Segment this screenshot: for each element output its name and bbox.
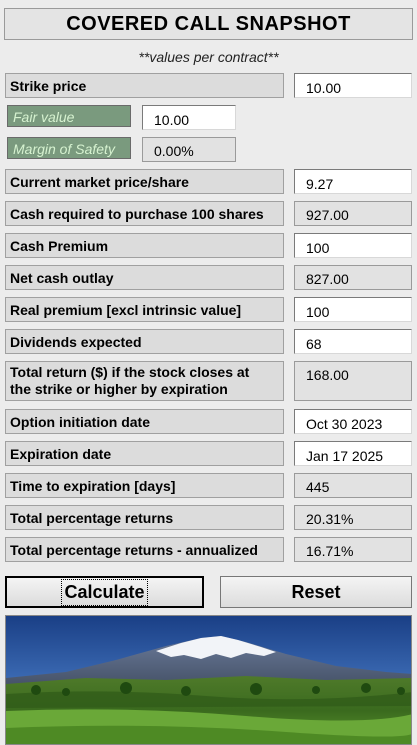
strike-price-input[interactable]: 10.00 (294, 73, 412, 98)
expiration-date-input[interactable]: Jan 17 2025 (294, 441, 412, 466)
total-pct-returns-label: Total percentage returns (5, 505, 284, 530)
dividends-expected-label: Dividends expected (5, 329, 284, 354)
current-market-price-label: Current market price/share (5, 169, 284, 194)
total-return-label: Total return ($) if the stock closes at … (5, 361, 284, 401)
total-pct-returns-annualized-output: 16.71% (294, 537, 412, 562)
current-market-price-input[interactable]: 9.27 (294, 169, 412, 194)
net-cash-outlay-output: 827.00 (294, 265, 412, 290)
total-pct-returns-annualized-label: Total percentage returns - annualized (5, 537, 284, 562)
fair-value-input[interactable]: 10.00 (142, 105, 236, 130)
expiration-date-label: Expiration date (5, 441, 284, 466)
cash-required-label: Cash required to purchase 100 shares (5, 201, 284, 226)
cash-premium-input[interactable]: 100 (294, 233, 412, 258)
calculate-button-label: Calculate (61, 578, 148, 606)
total-return-label-line2: the strike or higher by expiration (10, 381, 228, 397)
strike-price-label: Strike price (5, 73, 284, 98)
total-return-output: 168.00 (294, 361, 412, 401)
margin-of-safety-output: 0.00% (142, 137, 236, 162)
total-pct-returns-output: 20.31% (294, 505, 412, 530)
real-premium-input[interactable]: 100 (294, 297, 412, 322)
time-to-expiration-label: Time to expiration [days] (5, 473, 284, 498)
real-premium-label: Real premium [excl intrinsic value] (5, 297, 284, 322)
calculate-button[interactable]: Calculate (5, 576, 204, 608)
time-to-expiration-output: 445 (294, 473, 412, 498)
reset-button-label: Reset (291, 581, 341, 602)
option-initiation-date-label: Option initiation date (5, 409, 284, 434)
page-title: COVERED CALL SNAPSHOT (4, 8, 413, 40)
cash-premium-label: Cash Premium (5, 233, 284, 258)
reset-button[interactable]: Reset (220, 576, 412, 608)
dividends-expected-input[interactable]: 68 (294, 329, 412, 354)
option-initiation-date-input[interactable]: Oct 30 2023 (294, 409, 412, 434)
cash-required-output: 927.00 (294, 201, 412, 226)
net-cash-outlay-label: Net cash outlay (5, 265, 284, 290)
subtitle: **values per contract** (138, 49, 279, 65)
margin-of-safety-label: Margin of Safety (7, 137, 131, 159)
fair-value-label: Fair value (7, 105, 131, 127)
mountain-landscape-image (5, 615, 412, 745)
total-return-label-line1: Total return ($) if the stock closes at (10, 364, 250, 380)
